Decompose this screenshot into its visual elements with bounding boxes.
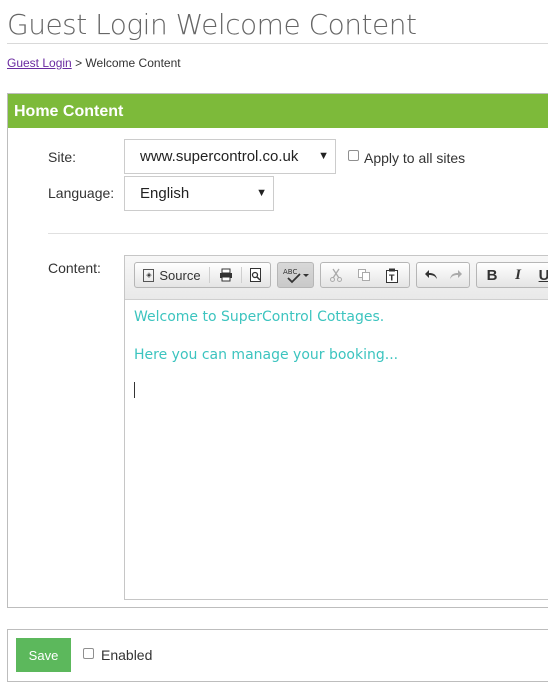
toolbar-group-format: B I U xyxy=(476,262,548,288)
toolbar-group-history xyxy=(416,262,470,288)
source-button[interactable]: ◈ Source xyxy=(139,263,205,287)
cut-button[interactable] xyxy=(325,263,347,287)
source-icon: ◈ xyxy=(143,268,155,282)
toolbar-group-document: ◈ Source xyxy=(134,262,271,288)
save-panel: Save Enabled xyxy=(7,629,548,682)
spellcheck-icon: ABC xyxy=(283,268,309,284)
page-title: Guest Login Welcome Content xyxy=(7,8,417,41)
enabled-checkbox[interactable] xyxy=(83,648,94,659)
svg-text:ABC: ABC xyxy=(283,268,297,276)
text-cursor xyxy=(134,382,135,398)
bold-icon: B xyxy=(486,266,498,284)
site-label: Site: xyxy=(48,149,77,165)
redo-button[interactable] xyxy=(445,263,467,287)
preview-button[interactable] xyxy=(245,263,267,287)
site-select-value: www.supercontrol.co.uk xyxy=(140,148,299,165)
print-button[interactable] xyxy=(215,263,237,287)
editor-line-booking: Here you can manage your booking... xyxy=(134,347,399,363)
rich-text-editor: ◈ Source ABC T B I Welcome to SuperContr… xyxy=(124,255,548,600)
italic-icon: I xyxy=(515,266,521,283)
preview-icon xyxy=(250,268,261,282)
panel-header: Home Content xyxy=(8,94,548,128)
editor-toolbar: ◈ Source ABC T B I xyxy=(125,256,548,300)
underline-icon: U xyxy=(539,267,548,284)
apply-all-sites-checkbox[interactable] xyxy=(348,150,359,161)
cut-icon xyxy=(330,268,342,282)
language-select-value: English xyxy=(140,185,190,202)
underline-button[interactable]: U xyxy=(533,263,548,287)
print-icon xyxy=(220,268,232,282)
svg-text:T: T xyxy=(389,273,395,282)
title-divider xyxy=(7,43,548,44)
form-divider xyxy=(48,233,548,234)
editor-line-welcome: Welcome to SuperControl Cottages. xyxy=(134,309,385,325)
home-content-panel: Home Content Site: www.supercontrol.co.u… xyxy=(7,93,548,608)
paste-text-button[interactable]: T xyxy=(381,263,403,287)
chevron-down-icon: ▼ xyxy=(318,150,329,162)
breadcrumb-current: Welcome Content xyxy=(85,56,181,70)
editor-content-area[interactable]: Welcome to SuperControl Cottages. Here y… xyxy=(125,300,548,599)
enabled-label: Enabled xyxy=(101,647,153,663)
copy-button[interactable] xyxy=(353,263,375,287)
source-label: Source xyxy=(159,267,201,283)
toolbar-group-clipboard: T xyxy=(320,262,410,288)
apply-all-sites-label: Apply to all sites xyxy=(364,150,466,166)
spellcheck-button[interactable]: ABC xyxy=(280,263,312,287)
breadcrumb-link-guest-login[interactable]: Guest Login xyxy=(7,56,72,70)
language-select[interactable]: English ▼ xyxy=(124,176,274,211)
paste-text-icon: T xyxy=(386,268,398,283)
redo-icon xyxy=(450,270,462,279)
chevron-down-icon: ▼ xyxy=(256,187,267,199)
toolbar-separator xyxy=(241,267,242,283)
content-label: Content: xyxy=(48,260,101,276)
copy-icon xyxy=(358,269,370,281)
italic-button[interactable]: I xyxy=(507,263,529,287)
site-select[interactable]: www.supercontrol.co.uk ▼ xyxy=(124,139,336,174)
undo-icon xyxy=(425,270,437,279)
toolbar-group-spellcheck: ABC xyxy=(277,262,314,288)
language-label: Language: xyxy=(48,185,115,201)
breadcrumb: Guest Login > Welcome Content xyxy=(7,56,181,70)
save-button[interactable]: Save xyxy=(16,638,71,672)
bold-button[interactable]: B xyxy=(481,263,503,287)
breadcrumb-separator: > xyxy=(75,56,83,70)
undo-button[interactable] xyxy=(420,263,442,287)
toolbar-separator xyxy=(209,267,210,283)
